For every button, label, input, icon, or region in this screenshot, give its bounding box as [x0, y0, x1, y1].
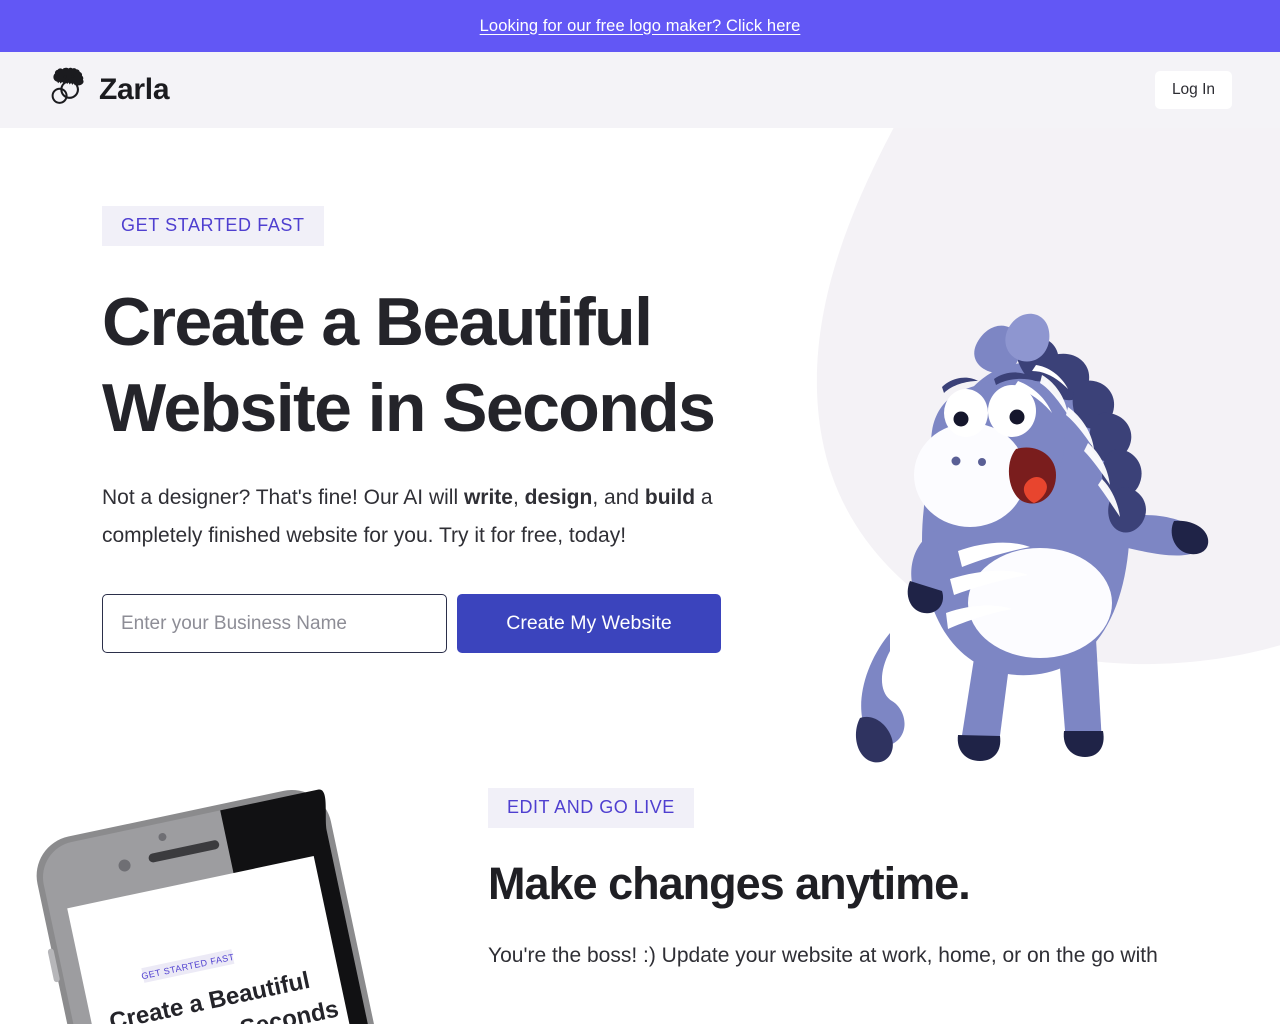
zebra-head-icon: [51, 67, 84, 104]
hero-title-line-2: Website in Seconds: [102, 370, 716, 446]
hero-subtitle-part-2: ,: [512, 486, 525, 509]
hero-subtitle-part-3: , and: [592, 486, 645, 509]
feature-eyebrow-badge: EDIT AND GO LIVE: [488, 788, 694, 828]
hero-eyebrow-badge: GET STARTED FAST: [102, 206, 324, 246]
site-header: Zarla Log In: [0, 52, 1280, 128]
hero-content: GET STARTED FAST Create a Beautiful Webs…: [0, 128, 820, 653]
business-name-form: Create My Website: [102, 594, 820, 653]
logo-maker-promo-link[interactable]: Looking for our free logo maker? Click h…: [480, 17, 801, 36]
hero-background-blob: [816, 128, 1280, 665]
business-name-input[interactable]: [102, 594, 447, 653]
hero-subtitle-part-1: Not a designer? That's fine! Our AI will: [102, 486, 464, 509]
brand-name: Zarla: [99, 73, 170, 106]
phone-mockup-illustration: GET STARTED FAST Create a Beautiful Webs…: [36, 789, 384, 1024]
hero-title-line-1: Create a Beautiful: [102, 284, 653, 360]
hero-subtitle: Not a designer? That's fine! Our AI will…: [102, 479, 802, 555]
zebra-mascot-illustration: [855, 313, 1209, 763]
login-button[interactable]: Log In: [1155, 71, 1232, 109]
edit-and-go-live-section: GET STARTED FAST Create a Beautiful Webs…: [0, 778, 1280, 1024]
promo-banner: Looking for our free logo maker? Click h…: [0, 0, 1280, 52]
feature-title: Make changes anytime.: [488, 858, 971, 909]
brand-logo[interactable]: Zarla: [48, 67, 170, 113]
feature-content: EDIT AND GO LIVE Make changes anytime. Y…: [488, 788, 1248, 974]
hero-subtitle-bold-design: design: [524, 486, 593, 509]
create-my-website-button[interactable]: Create My Website: [457, 594, 721, 653]
page-title: Create a Beautiful Website in Seconds: [102, 279, 802, 451]
feature-paragraph: You're the boss! :) Update your website …: [488, 944, 1158, 967]
phone-mockup: GET STARTED FAST Create a Beautiful Webs…: [18, 784, 418, 1024]
hero-subtitle-bold-write: write: [463, 486, 513, 509]
hero-section: GET STARTED FAST Create a Beautiful Webs…: [0, 128, 1280, 778]
hero-subtitle-bold-build: build: [644, 486, 696, 509]
